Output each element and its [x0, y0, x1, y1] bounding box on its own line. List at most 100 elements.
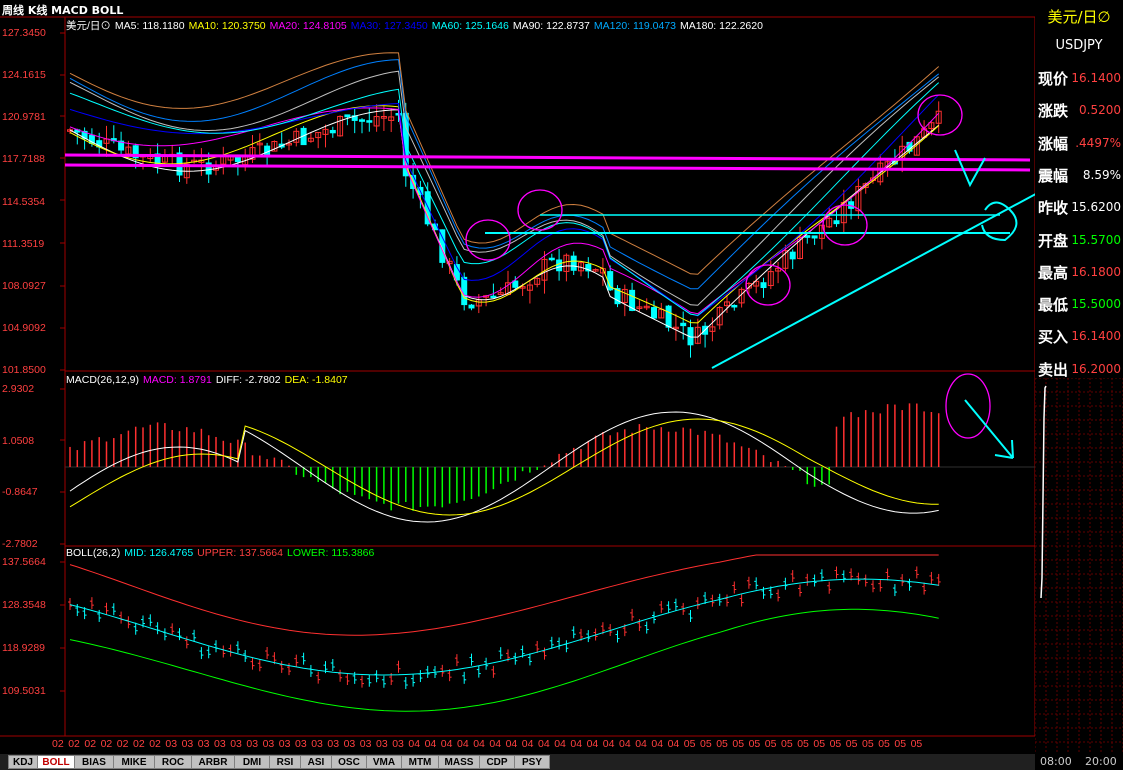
quote-value: 15.6200 — [1071, 200, 1121, 215]
x-tick-label: 02 — [149, 738, 161, 750]
quote-label: 涨幅 — [1038, 134, 1069, 153]
x-tick-label: 05 — [845, 738, 858, 750]
annotation-arrow — [954, 149, 986, 188]
quote-row: 昨收 15.6200 — [1035, 197, 1123, 219]
quote-value: 8.59% — [1082, 167, 1121, 182]
intraday-minichart[interactable] — [1035, 378, 1123, 754]
y-tick-label: 128.3548 — [2, 599, 46, 611]
x-tick-label: 04 — [505, 738, 518, 750]
moving-average-line — [69, 94, 940, 317]
quote-row: 最高 16.1800 — [1035, 262, 1123, 284]
macd_panel-legend-item: DEA: -1.8407 — [284, 374, 348, 386]
x-tick-label: 04 — [489, 738, 502, 750]
tab-mike[interactable]: MIKE — [113, 755, 155, 769]
y-tick-label: 114.5354 — [2, 195, 46, 208]
y-tick-label: 137.5664 — [2, 556, 46, 568]
quote-row: 买入 16.1400 — [1035, 326, 1123, 348]
boll_panel-legend-item: UPPER: 137.5664 — [197, 547, 283, 559]
macd-legend: MACD(26,12,9) MACD: 1.8791 DIFF: -2.7802 DE… — [66, 374, 352, 386]
quote-label: 卖出 — [1038, 360, 1069, 379]
candle-body — [760, 282, 767, 289]
annotation-trendline — [711, 193, 1035, 369]
x-tick-label: 04 — [554, 738, 566, 750]
moving-average-line — [69, 70, 940, 306]
x-tick-label: 05 — [764, 738, 777, 750]
x-tick-label: 05 — [910, 738, 923, 750]
tab-bias[interactable]: BIAS — [74, 755, 114, 769]
quote-row: 涨跌 0.5200 — [1035, 100, 1123, 122]
tab-vma[interactable]: VMA — [366, 755, 402, 769]
quote-row: 涨幅 .4497% — [1035, 133, 1123, 155]
y-tick-label: 117.7188 — [2, 153, 46, 166]
quote-value: 15.5700 — [1071, 232, 1121, 247]
quote-row: 开盘 15.5700 — [1035, 230, 1123, 252]
moving-average-line — [69, 82, 940, 316]
tab-mtm[interactable]: MTM — [401, 755, 439, 769]
tab-asi[interactable]: ASI — [300, 755, 332, 769]
y-tick-label: 109.5031 — [2, 685, 46, 697]
x-tick-label: 04 — [635, 738, 647, 750]
tab-dmi[interactable]: DMI — [234, 755, 270, 769]
moving-average-line — [69, 52, 940, 275]
quote-value: .4497% — [1075, 135, 1121, 150]
x-tick-label: 05 — [748, 738, 761, 750]
annotation-ellipse — [465, 219, 511, 261]
tab-rsi[interactable]: RSI — [269, 755, 301, 769]
tab-arbr[interactable]: ARBR — [191, 755, 235, 769]
x-tick-label: 03 — [392, 738, 404, 750]
x-tick-label: 02 — [133, 738, 145, 750]
price_panel-legend-item: MA5: 118.1180 — [114, 20, 185, 32]
x-tick-label: 02 — [52, 738, 64, 750]
tab-cdp[interactable]: CDP — [479, 755, 515, 769]
tab-psy[interactable]: PSY — [514, 755, 550, 769]
macd-panel-frame — [64, 370, 1035, 547]
macd_panel-legend-item: DIFF: -2.7802 — [215, 374, 281, 386]
y-tick-label: 118.9289 — [2, 642, 46, 654]
tab-boll[interactable]: BOLL — [37, 755, 75, 769]
x-tick-label: 05 — [732, 738, 745, 750]
x-tick-label: 02 — [116, 738, 129, 750]
tab-roc[interactable]: ROC — [154, 755, 192, 769]
candle-body — [468, 304, 475, 309]
x-tick-label: 03 — [327, 738, 340, 750]
y-tick-label: -0.8647 — [2, 486, 38, 499]
candle-body — [329, 129, 336, 134]
boll-legend: BOLL(26,2) MID: 126.4765 UPPER: 137.5664 LO… — [66, 547, 378, 559]
x-tick-label: 04 — [538, 738, 550, 750]
candle-body — [833, 220, 840, 225]
macd_panel-legend-item: MACD(26,12,9) — [66, 374, 139, 386]
quote-label: 开盘 — [1038, 231, 1069, 250]
price-panel-frame — [64, 16, 1035, 372]
boll-upper-band — [69, 554, 939, 636]
moving-average-line — [69, 107, 940, 315]
quote-label: 最低 — [1038, 296, 1069, 315]
tab-mass[interactable]: MASS — [438, 755, 480, 769]
quote-label: 涨跌 — [1038, 102, 1069, 121]
y-tick-label: 124.1615 — [2, 69, 46, 82]
x-tick-label: 03 — [165, 738, 178, 750]
x-tick-label: 04 — [619, 738, 631, 750]
quote-row: 现价 16.1400 — [1035, 68, 1123, 90]
price_panel-legend-item: MA30: 127.3450 — [350, 20, 428, 32]
price_panel-legend-item: MA20: 124.8105 — [269, 20, 347, 32]
x-tick-label: 03 — [359, 738, 372, 750]
quote-row: 最低 15.5000 — [1035, 294, 1123, 316]
minichart-time-end: 20:00 — [1085, 755, 1117, 768]
price_panel-legend-item: MA180: 122.2620 — [680, 20, 763, 32]
x-tick-label: 03 — [295, 738, 307, 750]
quote-label: 昨收 — [1038, 199, 1069, 218]
y-tick-label: 1.0508 — [2, 434, 35, 447]
quote-value: 16.1400 — [1071, 329, 1121, 344]
quote-label: 最高 — [1038, 263, 1069, 282]
minichart-time-start: 08:00 — [1040, 755, 1072, 768]
x-tick-label: 05 — [716, 738, 728, 750]
instrument-title: 美元/日∅ — [1047, 8, 1111, 26]
tab-osc[interactable]: OSC — [331, 755, 367, 769]
x-tick-label: 03 — [311, 738, 323, 750]
x-tick-label: 05 — [781, 738, 793, 750]
x-tick-label: 04 — [570, 738, 583, 750]
x-tick-label: 03 — [214, 738, 226, 750]
x-tick-label: 03 — [343, 738, 356, 750]
price_panel-legend-item: MA60: 125.1646 — [431, 20, 509, 32]
tab-kdj[interactable]: KDJ — [8, 755, 38, 769]
